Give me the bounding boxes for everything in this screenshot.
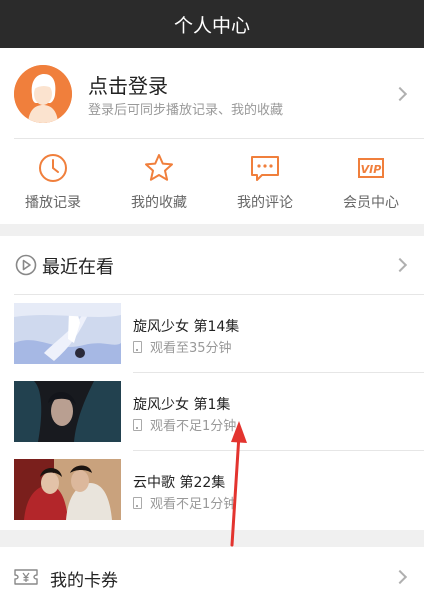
quick-action-label: 会员中心 (343, 195, 399, 211)
quick-action-label: 我的评论 (237, 195, 293, 211)
quick-action-label: 播放记录 (25, 195, 81, 211)
my-coupons-title: 我的卡券 (50, 571, 118, 591)
clock-icon (39, 154, 67, 182)
recent-watching-title: 最近在看 (42, 257, 114, 278)
play-circle-icon (15, 254, 37, 276)
video-progress-text: 观看不足1分钟 (150, 419, 237, 434)
recent-watching-header[interactable]: 最近在看 (0, 236, 424, 294)
coupon-icon (14, 569, 38, 585)
recent-watching-section: 最近在看 旋风少女 第14集 观看至35分钟 旋风少女 第1集 观看不足1分钟 … (0, 236, 424, 530)
comment-icon (251, 156, 279, 181)
video-progress: 观看不足1分钟 (133, 415, 236, 434)
login-row[interactable]: 点击登录 登录后可同步播放记录、我的收藏 (0, 48, 424, 138)
video-thumbnail (14, 459, 121, 520)
login-subtitle: 登录后可同步播放记录、我的收藏 (88, 103, 284, 118)
recent-video-item[interactable]: 云中歌 第22集 观看不足1分钟 (0, 451, 424, 529)
star-icon (145, 154, 173, 181)
chevron-right-icon (392, 86, 408, 102)
quick-actions: 播放记录 我的收藏 我的评论 VIP 会员中心 (0, 148, 424, 218)
video-progress: 观看至35分钟 (133, 337, 232, 356)
video-progress-text: 观看不足1分钟 (150, 497, 237, 512)
phone-icon (133, 340, 142, 353)
vip-icon: VIP (358, 158, 384, 178)
quick-action-vip-center[interactable]: VIP 会员中心 (318, 148, 424, 218)
video-thumbnail (14, 381, 121, 442)
chevron-right-icon (392, 569, 408, 585)
recent-video-item[interactable]: 旋风少女 第1集 观看不足1分钟 (0, 373, 424, 451)
quick-action-play-history[interactable]: 播放记录 (0, 148, 106, 218)
video-progress: 观看不足1分钟 (133, 493, 236, 512)
video-title: 云中歌 第22集 (133, 475, 226, 491)
default-avatar-icon (14, 65, 72, 123)
video-progress-text: 观看至35分钟 (150, 341, 232, 356)
chevron-right-icon (392, 257, 408, 273)
profile-section: 点击登录 登录后可同步播放记录、我的收藏 播放记录 我的收藏 我的评论 VIP … (0, 48, 424, 224)
video-title: 旋风少女 第14集 (133, 319, 240, 335)
phone-icon (133, 496, 142, 509)
divider (14, 138, 424, 139)
quick-action-favorites[interactable]: 我的收藏 (106, 148, 212, 218)
recent-video-item[interactable]: 旋风少女 第14集 观看至35分钟 (0, 295, 424, 373)
my-coupons-row[interactable]: 我的卡券 (0, 547, 424, 607)
title-bar: 个人中心 (0, 0, 424, 48)
quick-action-label: 我的收藏 (131, 195, 187, 211)
avatar[interactable] (14, 65, 72, 123)
page-title: 个人中心 (173, 14, 250, 37)
video-thumbnail (14, 303, 121, 364)
video-title: 旋风少女 第1集 (133, 397, 231, 413)
quick-action-comments[interactable]: 我的评论 (212, 148, 318, 218)
svg-text:VIP: VIP (361, 163, 382, 176)
login-title: 点击登录 (88, 74, 168, 98)
phone-icon (133, 418, 142, 431)
